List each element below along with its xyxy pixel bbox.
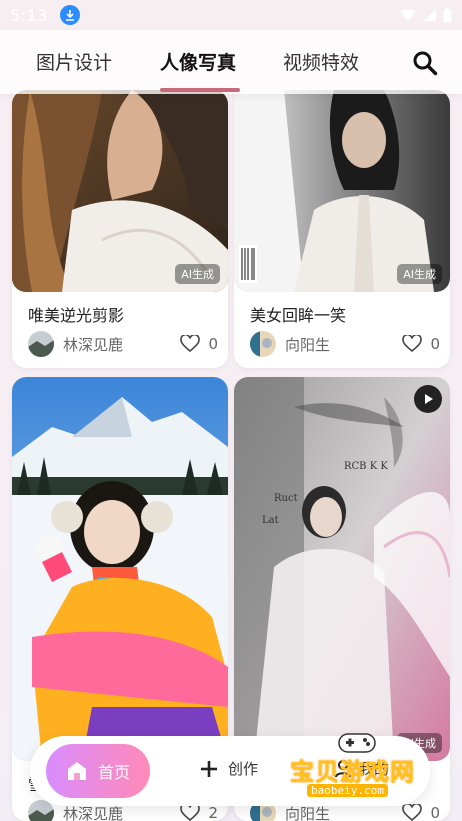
nav-home-label: 首页 bbox=[97, 763, 130, 782]
like-count: 0 bbox=[430, 804, 440, 821]
top-tab-bar: 图片设计 人像写真 视频特效 bbox=[0, 30, 462, 94]
ai-generated-badge: AI生成 bbox=[397, 264, 442, 284]
svg-text:Lat: Lat bbox=[262, 515, 279, 526]
ai-generated-badge: AI生成 bbox=[175, 264, 220, 284]
signal-icon bbox=[424, 9, 436, 21]
active-tab-indicator bbox=[160, 88, 240, 92]
heart-icon bbox=[180, 804, 201, 821]
status-icons bbox=[399, 7, 452, 23]
tab-image-design[interactable]: 图片设计 bbox=[36, 48, 112, 75]
nav-mine-button[interactable]: 我的 bbox=[335, 758, 389, 779]
avatar[interactable] bbox=[250, 331, 276, 357]
home-icon bbox=[67, 762, 86, 780]
nav-home-button[interactable]: 首页 bbox=[46, 744, 150, 798]
like-count: 0 bbox=[430, 335, 440, 353]
like-count: 2 bbox=[208, 804, 218, 821]
heart-icon bbox=[180, 335, 201, 353]
heart-icon bbox=[402, 804, 423, 821]
author-name[interactable]: 林深见鹿 bbox=[63, 334, 123, 355]
tab-portrait[interactable]: 人像写真 bbox=[160, 48, 236, 75]
avatar[interactable] bbox=[28, 331, 54, 357]
plus-icon bbox=[201, 760, 217, 777]
nav-mine-label: 我的 bbox=[359, 760, 390, 778]
search-icon bbox=[413, 51, 438, 76]
play-button[interactable] bbox=[414, 385, 442, 413]
portrait-card[interactable]: AI生成 唯美逆光剪影 林深见鹿 0 bbox=[12, 90, 228, 368]
card-title: 唯美逆光剪影 bbox=[28, 306, 125, 325]
portrait-card[interactable]: AI生成 美女回眸一笑 向阳生 0 bbox=[234, 90, 450, 368]
tab-video-effects[interactable]: 视频特效 bbox=[283, 48, 359, 75]
card-image[interactable]: AI生成 bbox=[12, 90, 228, 292]
heart-icon bbox=[402, 335, 423, 353]
bottom-nav-bar: 首页 创作 我的 bbox=[30, 736, 430, 806]
download-icon bbox=[59, 5, 80, 25]
status-bar: 5:13 bbox=[0, 0, 462, 30]
like-count: 0 bbox=[208, 335, 218, 353]
card-image[interactable] bbox=[12, 377, 228, 761]
search-button[interactable] bbox=[410, 48, 440, 78]
nav-create-button[interactable]: 创作 bbox=[200, 758, 258, 779]
nav-create-label: 创作 bbox=[228, 760, 259, 778]
play-icon bbox=[425, 394, 433, 404]
card-image[interactable]: AI生成 bbox=[234, 90, 450, 292]
battery-icon bbox=[443, 7, 452, 22]
card-meta: 林深见鹿 0 bbox=[28, 331, 218, 357]
card-meta: 向阳生 0 bbox=[250, 331, 440, 357]
card-image[interactable]: RCB K K Ruct Lat AI生成 bbox=[234, 377, 450, 761]
svg-text:RCB K K: RCB K K bbox=[344, 461, 388, 472]
svg-text:Ruct: Ruct bbox=[274, 493, 298, 504]
like-button[interactable]: 0 bbox=[402, 335, 440, 353]
like-button[interactable]: 0 bbox=[402, 804, 440, 821]
card-title: 美女回眸一笑 bbox=[250, 306, 347, 325]
like-button[interactable]: 2 bbox=[180, 804, 218, 821]
avatar[interactable] bbox=[28, 800, 54, 821]
author-name[interactable]: 向阳生 bbox=[285, 334, 330, 355]
like-button[interactable]: 0 bbox=[180, 335, 218, 353]
status-time: 5:13 bbox=[10, 5, 48, 25]
user-icon bbox=[335, 759, 351, 777]
wifi-icon bbox=[400, 8, 416, 21]
